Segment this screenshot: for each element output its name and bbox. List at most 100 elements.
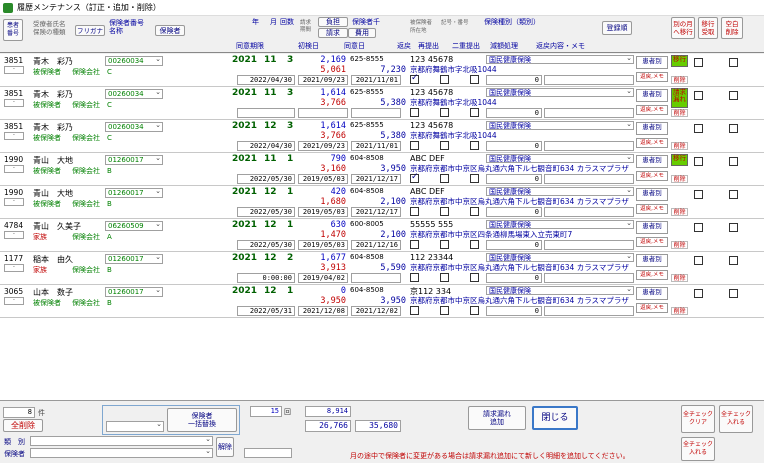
reduction-field[interactable]: 0 [486, 108, 542, 118]
insurance-type-select[interactable]: 国民健康保険 [486, 154, 634, 163]
patient-no-sub[interactable]: · [4, 231, 24, 239]
missing-claim-add-button[interactable]: 請求漏れ 追加 [468, 406, 526, 430]
return-memo-field[interactable] [544, 174, 634, 184]
insurer-code-select[interactable]: 06260509 [105, 221, 163, 231]
furigana-button[interactable]: フリガナ [75, 25, 105, 36]
patient-no-sub[interactable]: · [4, 165, 24, 173]
table-row[interactable]: 3851· 青木 彩乃被保険者 00260034 保険会社 C 2021 11 3 2022/… [0, 54, 764, 87]
initial-date[interactable]: 2021/12/08 [298, 306, 348, 316]
initial-date[interactable] [298, 108, 348, 118]
patient-detail-button[interactable]: 患者別 [636, 221, 668, 234]
delete-checkbox[interactable] [729, 223, 738, 232]
double-submit-checkbox[interactable] [470, 306, 479, 315]
reduction-field[interactable]: 0 [486, 306, 542, 316]
table-row[interactable]: 1177· 稲本 由久家族 01260017 保険会社 B 2021 12 2 0:00:00… [0, 252, 764, 285]
consent-period[interactable]: 0:00:00 [237, 273, 295, 283]
move-checkbox[interactable] [694, 190, 703, 199]
move-checkbox[interactable] [694, 58, 703, 67]
return-checkbox[interactable] [410, 141, 419, 150]
reduction-field[interactable]: 0 [486, 207, 542, 217]
double-submit-checkbox[interactable] [470, 240, 479, 249]
insurer-code-select[interactable]: 01260017 [105, 254, 163, 264]
row-delete-button[interactable]: 削除 [671, 76, 688, 84]
consent-date[interactable]: 2021/12/16 [351, 240, 401, 250]
insurer-select[interactable] [30, 448, 213, 458]
resubmit-checkbox[interactable] [440, 207, 449, 216]
initial-date[interactable]: 2019/05/03 [298, 174, 348, 184]
table-row[interactable]: 3065· 山本 数子被保険者 01260017 保険会社 B 2021 12 1 2022/… [0, 285, 764, 318]
patient-no-sub[interactable]: · [4, 264, 24, 272]
reduction-field[interactable]: 0 [486, 240, 542, 250]
return-memo-field[interactable] [544, 141, 634, 151]
patient-no-sort-button[interactable]: 患者 番号 [3, 19, 23, 41]
row-delete-button[interactable]: 削除 [671, 274, 688, 282]
return-memo-field[interactable] [544, 75, 634, 85]
return-memo-button[interactable]: 返戻,メモ [636, 171, 668, 181]
other-month-header[interactable]: 別の月 へ移行 [671, 17, 695, 39]
delete-checkbox[interactable] [729, 91, 738, 100]
patient-detail-button[interactable]: 患者別 [636, 155, 668, 168]
double-submit-checkbox[interactable] [470, 273, 479, 282]
insurance-type-select[interactable]: 国民健康保険 [486, 286, 634, 295]
return-memo-button[interactable]: 返戻,メモ [636, 237, 668, 247]
insurer-code-select[interactable]: 00260034 [105, 122, 163, 132]
blank-delete-header[interactable]: 空白 削除 [721, 17, 743, 39]
register-order-button[interactable]: 登録順 [602, 21, 632, 35]
insurer-code-select[interactable]: 00260034 [105, 56, 163, 66]
return-checkbox[interactable] [410, 240, 419, 249]
bulk-insurer-select[interactable] [106, 421, 164, 432]
patient-no-sub[interactable]: · [4, 297, 24, 305]
release-button[interactable]: 解除 [216, 437, 234, 457]
initial-date[interactable]: 2021/09/23 [298, 141, 348, 151]
delete-checkbox[interactable] [729, 157, 738, 166]
reduction-field[interactable]: 0 [486, 273, 542, 283]
insurance-type-select[interactable]: 国民健康保険 [486, 88, 634, 97]
insurer-code-select[interactable]: 01260017 [105, 287, 163, 297]
move-checkbox[interactable] [694, 91, 703, 100]
return-checkbox[interactable] [410, 108, 419, 117]
double-submit-checkbox[interactable] [470, 207, 479, 216]
delete-checkbox[interactable] [729, 58, 738, 67]
check-clear-button[interactable]: 全チェック クリア [681, 405, 715, 433]
consent-period[interactable] [237, 108, 295, 118]
consent-date[interactable]: 2021/12/17 [351, 174, 401, 184]
delete-checkbox[interactable] [729, 190, 738, 199]
claim-button[interactable]: 請求 [318, 28, 348, 38]
table-row[interactable]: 3851· 青木 彩乃被保険者 00260034 保険会社 C 2021 12 3 2022/… [0, 120, 764, 153]
resubmit-checkbox[interactable] [440, 273, 449, 282]
delete-checkbox[interactable] [729, 256, 738, 265]
consent-period[interactable]: 2022/05/30 [237, 207, 295, 217]
bulk-replace-button[interactable]: 保険者 一括替換 [167, 408, 237, 432]
row-delete-button[interactable]: 削除 [671, 175, 688, 183]
resubmit-checkbox[interactable] [440, 108, 449, 117]
initial-date[interactable]: 2019/04/02 [298, 273, 348, 283]
insurance-type-select[interactable]: 国民健康保険 [486, 121, 634, 130]
table-row[interactable]: 1990· 青山 大地被保険者 01260017 保険会社 B 2021 12 1 2022/… [0, 186, 764, 219]
table-row[interactable]: 4784· 青山 久美子家族 06260509 保険会社 A 2021 12 1 2022/0… [0, 219, 764, 252]
resubmit-checkbox[interactable] [440, 75, 449, 84]
double-submit-checkbox[interactable] [470, 75, 479, 84]
return-checkbox[interactable] [410, 306, 419, 315]
patient-detail-button[interactable]: 患者別 [636, 188, 668, 201]
reduction-field[interactable]: 0 [486, 75, 542, 85]
row-delete-button[interactable]: 削除 [671, 241, 688, 249]
extra-field[interactable] [244, 448, 292, 458]
return-memo-button[interactable]: 返戻,メモ [636, 204, 668, 214]
row-delete-button[interactable]: 削除 [671, 208, 688, 216]
table-row[interactable]: 1990·青山 大地被保険者01260017保険会社 B20211112022/… [0, 153, 764, 186]
return-memo-button[interactable]: 返戻,メモ [636, 270, 668, 280]
row-delete-button[interactable]: 削除 [671, 307, 688, 315]
double-submit-checkbox[interactable] [470, 174, 479, 183]
return-memo-button[interactable]: 返戻,メモ [636, 105, 668, 115]
patient-no-sub[interactable]: · [4, 66, 24, 74]
insurer-code-select[interactable]: 01260017 [105, 188, 163, 198]
row-delete-button[interactable]: 削除 [671, 142, 688, 150]
return-checkbox[interactable] [410, 273, 419, 282]
initial-date[interactable]: 2021/09/23 [298, 75, 348, 85]
return-memo-button[interactable]: 返戻,メモ [636, 138, 668, 148]
row-delete-button[interactable]: 削除 [671, 109, 688, 117]
insurance-type-select[interactable]: 国民健康保険 [486, 187, 634, 196]
return-checkbox[interactable] [410, 207, 419, 216]
patient-detail-button[interactable]: 患者別 [636, 122, 668, 135]
double-submit-checkbox[interactable] [470, 141, 479, 150]
